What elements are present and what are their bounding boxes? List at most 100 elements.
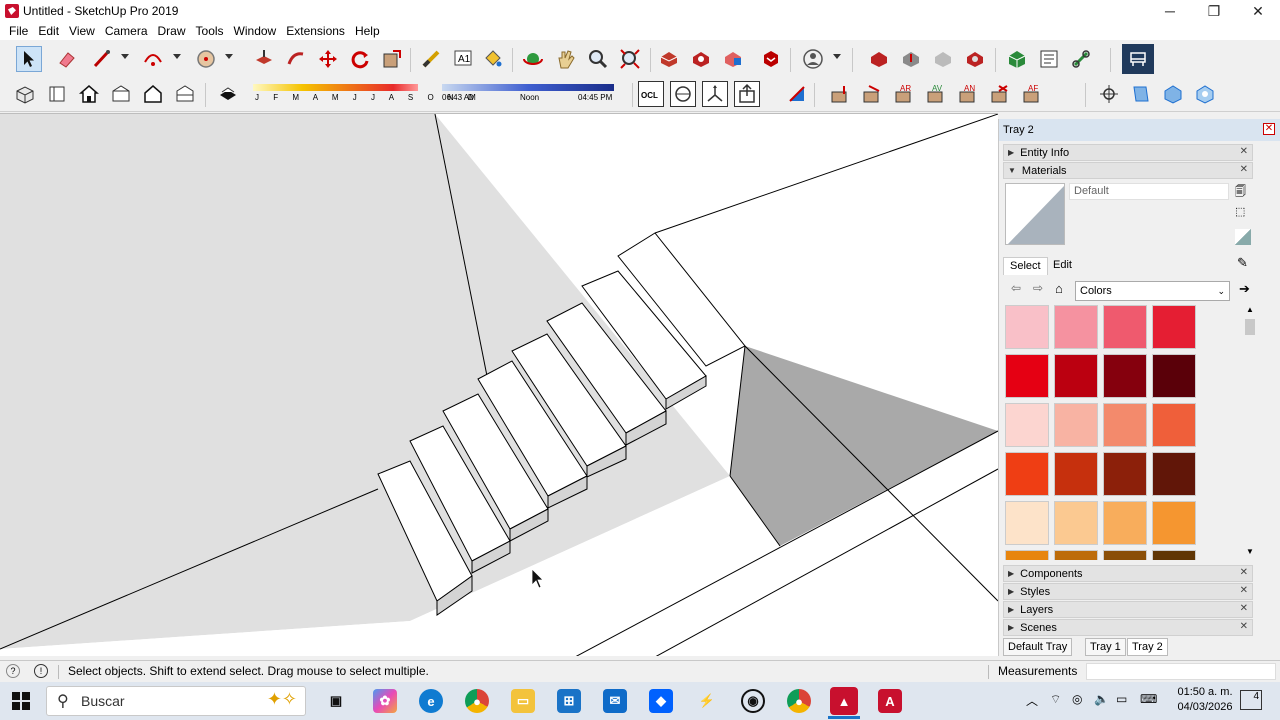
stair-plugin-3-icon[interactable]: AR xyxy=(891,81,917,107)
info-icon[interactable]: ! xyxy=(34,664,48,678)
solid-tools-icon[interactable] xyxy=(1004,46,1030,72)
orbit-tool-icon[interactable] xyxy=(520,46,546,72)
entity-info-panel-header[interactable]: ▶ Entity Info ✕ xyxy=(1003,144,1253,161)
menu-camera[interactable]: Camera xyxy=(100,24,153,38)
materials-panel-header[interactable]: ▼ Materials ✕ xyxy=(1003,162,1253,179)
zoom-tool-icon[interactable] xyxy=(585,46,611,72)
material-swatch[interactable] xyxy=(1152,354,1196,398)
tray-close-icon[interactable]: ✕ xyxy=(1263,123,1275,135)
show-hidden-icons-icon[interactable]: ︿ xyxy=(1026,692,1038,709)
menu-tools[interactable]: Tools xyxy=(191,24,229,38)
line-tool-icon[interactable] xyxy=(89,46,115,72)
arc-tool-icon[interactable] xyxy=(140,46,166,72)
close-panel-icon[interactable]: ✕ xyxy=(1240,585,1248,596)
circle-tool-icon[interactable] xyxy=(193,46,219,72)
ruby-console-icon[interactable] xyxy=(1036,46,1062,72)
material-swatch[interactable] xyxy=(1054,550,1098,560)
microsoft-store-icon[interactable]: ⊞ xyxy=(557,689,581,713)
stair-plugin-6-icon[interactable] xyxy=(987,81,1013,107)
styles-panel-header[interactable]: ▶ Styles ✕ xyxy=(1003,583,1253,600)
dropbox-icon[interactable]: ◆ xyxy=(649,689,673,713)
toggle-terrain-icon[interactable] xyxy=(930,46,956,72)
stair-plugin-5-icon[interactable]: AN xyxy=(955,81,981,107)
menu-file[interactable]: File xyxy=(4,24,33,38)
material-swatch[interactable] xyxy=(1152,305,1196,349)
axes-icon[interactable] xyxy=(702,81,728,107)
stair-plugin-7-icon[interactable]: AF xyxy=(1019,81,1045,107)
notifications-icon[interactable]: 4 xyxy=(1240,690,1262,710)
mail-icon[interactable]: ✉ xyxy=(603,689,627,713)
default-material-icon[interactable]: ⬚ xyxy=(1235,205,1249,219)
copilot-icon[interactable]: ✿ xyxy=(373,689,397,713)
menu-view[interactable]: View xyxy=(64,24,100,38)
edge-icon[interactable]: e xyxy=(419,689,443,713)
line-dropdown-icon[interactable] xyxy=(121,54,129,59)
menu-help[interactable]: Help xyxy=(350,24,385,38)
share-component-icon[interactable] xyxy=(720,46,746,72)
left-view-icon[interactable] xyxy=(172,81,198,107)
chrome-icon[interactable]: ● xyxy=(465,689,489,713)
taskbar-search-box[interactable]: ⚲ Buscar ✦✧ xyxy=(46,686,306,716)
ocl-icon[interactable]: OCL xyxy=(638,81,664,107)
material-swatch[interactable] xyxy=(1054,452,1098,496)
back-view-icon[interactable] xyxy=(140,81,166,107)
material-swatch[interactable] xyxy=(1152,550,1196,560)
arc-dropdown-icon[interactable] xyxy=(173,54,181,59)
file-explorer-icon[interactable]: ▭ xyxy=(511,689,535,713)
3d-warehouse-icon[interactable] xyxy=(656,46,682,72)
account-dropdown-icon[interactable] xyxy=(833,54,841,59)
close-panel-icon[interactable]: ✕ xyxy=(1240,603,1248,614)
material-swatch[interactable] xyxy=(1054,305,1098,349)
measurements-input[interactable] xyxy=(1086,663,1276,680)
add-location-icon[interactable] xyxy=(898,46,924,72)
windows-start-icon[interactable] xyxy=(12,692,30,713)
battery-icon[interactable]: ▭ xyxy=(1116,692,1127,706)
position-camera-icon[interactable] xyxy=(1096,81,1122,107)
material-swatch[interactable] xyxy=(1054,403,1098,447)
material-swatch[interactable] xyxy=(1005,550,1049,560)
material-swatch[interactable] xyxy=(1005,354,1049,398)
scale-tool-icon[interactable] xyxy=(379,46,405,72)
rotate-tool-icon[interactable] xyxy=(347,46,373,72)
shadows-toggle-icon[interactable] xyxy=(215,81,241,107)
zoom-extents-tool-icon[interactable] xyxy=(617,46,643,72)
text-tool-icon[interactable]: A1 xyxy=(450,46,476,72)
shape-dropdown-icon[interactable] xyxy=(225,54,233,59)
material-swatch[interactable] xyxy=(1005,305,1049,349)
select-tool-icon[interactable] xyxy=(16,46,42,72)
stair-plugin-4-icon[interactable]: AV xyxy=(923,81,949,107)
material-swatch[interactable] xyxy=(1152,501,1196,545)
move-tool-icon[interactable] xyxy=(315,46,341,72)
iso-view-icon[interactable] xyxy=(12,81,38,107)
system-clock[interactable]: 01:50 a. m. 04/03/2026 xyxy=(1170,685,1240,715)
walk-tool-icon[interactable] xyxy=(1128,81,1154,107)
material-swatch[interactable] xyxy=(1005,403,1049,447)
material-swatch[interactable] xyxy=(1103,354,1147,398)
material-swatch[interactable] xyxy=(1103,305,1147,349)
close-panel-icon[interactable]: ✕ xyxy=(1240,164,1248,175)
swatch-scrollbar[interactable]: ▲ ▼ xyxy=(1243,305,1257,560)
back-arrow-icon[interactable]: ⇦ xyxy=(1011,281,1021,295)
components-panel-header[interactable]: ▶ Components ✕ xyxy=(1003,565,1253,582)
material-swatch[interactable] xyxy=(1103,452,1147,496)
section-plane-icon[interactable] xyxy=(784,81,810,107)
close-panel-icon[interactable]: ✕ xyxy=(1240,146,1248,157)
autocad-icon[interactable]: A xyxy=(878,689,902,713)
volume-icon[interactable]: 🔈 xyxy=(1094,692,1109,706)
extension-warehouse-icon[interactable] xyxy=(758,46,784,72)
tray-tab-2[interactable]: Tray 2 xyxy=(1127,638,1168,656)
paint-bucket-tool-icon[interactable] xyxy=(480,46,506,72)
tab-edit[interactable]: Edit xyxy=(1047,257,1078,275)
details-arrow-icon[interactable]: ➔ xyxy=(1239,281,1250,297)
create-material-icon[interactable]: 🗐 xyxy=(1235,183,1249,198)
tape-angle-icon[interactable] xyxy=(670,81,696,107)
shadow-date-slider[interactable]: J F M A M J J A S O N D xyxy=(251,82,474,108)
wifi-icon[interactable]: ◎ xyxy=(1072,692,1082,706)
forward-arrow-icon[interactable]: ⇨ xyxy=(1033,281,1043,295)
account-icon[interactable] xyxy=(800,46,826,72)
home-icon[interactable]: ⌂ xyxy=(1055,281,1063,296)
library-select[interactable]: Colors ⌄ xyxy=(1075,281,1230,301)
material-name-field[interactable]: Default xyxy=(1069,183,1229,200)
tray-tab-default[interactable]: Default Tray xyxy=(1003,638,1073,656)
menu-window[interactable]: Window xyxy=(229,24,282,38)
